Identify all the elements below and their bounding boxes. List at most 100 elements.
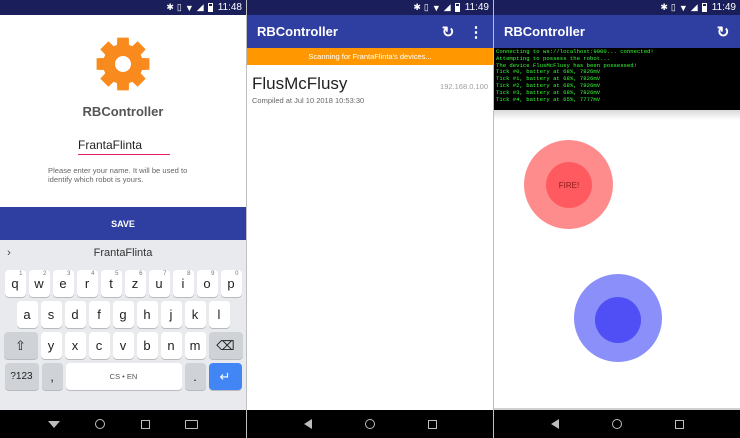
move-joystick-knob[interactable]: [595, 297, 641, 343]
enter-key[interactable]: ↵: [208, 363, 242, 390]
hide-keyboard-icon[interactable]: [47, 420, 60, 428]
key-a[interactable]: a: [16, 301, 38, 328]
suggestion-bar: › FrantaFlinta: [0, 240, 246, 266]
key-u[interactable]: u7: [148, 270, 170, 297]
key-t[interactable]: t5: [100, 270, 122, 297]
status-time: 11:49: [464, 2, 489, 13]
period-key[interactable]: .: [184, 363, 206, 390]
key-w[interactable]: w2: [28, 270, 50, 297]
status-bar: ✱ ▯ ▼ ◢ 11:49: [247, 0, 493, 15]
wifi-icon: ▼: [678, 2, 688, 13]
keyboard-row-1: q1w2e3r4t5z6u7i8o9p0: [0, 270, 246, 297]
key-label: z: [131, 276, 139, 291]
vibrate-icon: ▯: [423, 2, 429, 12]
suggestion-word[interactable]: FrantaFlinta: [0, 247, 246, 259]
key-m[interactable]: m: [184, 332, 206, 359]
key-v[interactable]: v: [112, 332, 134, 359]
key-j[interactable]: j: [160, 301, 182, 328]
home-icon[interactable]: [364, 419, 375, 429]
robot-list-screen: ✱ ▯ ▼ ◢ 11:49 RBController ↻ ⋮ Scanning …: [247, 0, 493, 438]
robot-name: FlusMcFlusy: [252, 74, 348, 93]
more-vert-icon[interactable]: ⋮: [465, 21, 487, 43]
signal-icon: ◢: [690, 2, 698, 12]
key-q[interactable]: q1: [4, 270, 26, 297]
back-icon[interactable]: [303, 419, 312, 429]
home-icon[interactable]: [611, 419, 622, 429]
app-title: RBController: [504, 24, 585, 39]
key-f[interactable]: f: [88, 301, 110, 328]
key-number-hint: 8: [187, 271, 191, 277]
key-k[interactable]: k: [184, 301, 206, 328]
key-number-hint: 7: [163, 271, 167, 277]
signal-icon: ◢: [196, 2, 204, 12]
robot-compiled: Compiled at Jul 10 2018 10:53:30: [252, 96, 365, 105]
key-s[interactable]: s: [40, 301, 62, 328]
navigation-bar: [0, 410, 246, 438]
keyboard-row-4: ?123 , CS • EN . ↵: [0, 363, 246, 390]
log-line: Tick #4, battery at 65%, 7777mV: [496, 95, 601, 103]
key-label: u: [155, 276, 163, 291]
key-e[interactable]: e3: [52, 270, 74, 297]
name-hint: Please enter your name. It will be used …: [48, 166, 188, 184]
screenshot-triptych: ✱ ▯ ▼ ◢ 11:48 RBController Please enter …: [0, 0, 740, 438]
refresh-icon[interactable]: ↻: [712, 21, 734, 43]
battery-icon: [207, 3, 213, 12]
fire-joystick-knob[interactable]: FIRE!: [546, 162, 592, 208]
key-number-hint: 1: [19, 271, 23, 277]
controller-screen: ✱ ▯ ▼ ◢ 11:49 RBController ↻ Connecting …: [494, 0, 740, 438]
keyboard: › FrantaFlinta q1w2e3r4t5z6u7i8o9p0 asdf…: [0, 240, 246, 410]
key-label: o: [203, 276, 211, 291]
key-b[interactable]: b: [136, 332, 158, 359]
key-g[interactable]: g: [112, 301, 134, 328]
recents-icon[interactable]: [140, 419, 150, 429]
key-x[interactable]: x: [64, 332, 86, 359]
log-console: Connecting to ws://localhost:9000... con…: [494, 48, 740, 110]
wifi-icon: ▼: [431, 2, 441, 13]
fire-label: FIRE!: [558, 180, 580, 190]
key-p[interactable]: p0: [220, 270, 242, 297]
scan-banner: Scanning for FrantaFlinta's devices...: [247, 48, 493, 65]
shift-key[interactable]: ⇧: [3, 332, 38, 359]
wifi-icon: ▼: [184, 2, 194, 13]
recents-icon[interactable]: [674, 419, 684, 429]
app-bar: RBController ↻ ⋮: [247, 15, 493, 48]
bluetooth-icon: ✱: [660, 2, 668, 12]
backspace-key[interactable]: ⌫: [208, 332, 243, 359]
key-c[interactable]: c: [88, 332, 110, 359]
gear-logo-icon: [95, 36, 151, 92]
key-number-hint: 2: [43, 271, 47, 277]
key-l[interactable]: l: [208, 301, 230, 328]
home-icon[interactable]: [95, 419, 106, 429]
key-number-hint: 6: [139, 271, 143, 277]
keyboard-row-2: asdfghjkl: [0, 301, 246, 328]
key-r[interactable]: r4: [76, 270, 98, 297]
enter-arrow-icon: ↵: [219, 368, 231, 384]
shift-icon: ⇧: [15, 337, 26, 353]
key-o[interactable]: o9: [196, 270, 218, 297]
key-label: e: [59, 276, 67, 291]
keyboard-letters-row-3: yxcvbnm: [39, 332, 207, 359]
refresh-icon[interactable]: ↻: [437, 21, 459, 43]
save-button[interactable]: SAVE: [0, 207, 246, 240]
key-number-hint: 9: [211, 271, 215, 277]
status-time: 11:48: [217, 2, 242, 13]
key-y[interactable]: y: [40, 332, 62, 359]
status-time: 11:49: [711, 2, 736, 13]
setup-screen: ✱ ▯ ▼ ◢ 11:48 RBController Please enter …: [0, 0, 246, 438]
key-label: r: [84, 276, 90, 291]
name-input[interactable]: [78, 136, 170, 155]
robot-list-item[interactable]: FlusMcFlusy 192.168.0.100 Compiled at Ju…: [247, 66, 493, 112]
space-key[interactable]: CS • EN: [65, 363, 182, 390]
key-number-hint: 3: [67, 271, 71, 277]
key-n[interactable]: n: [160, 332, 182, 359]
back-icon[interactable]: [550, 419, 559, 429]
key-z[interactable]: z6: [124, 270, 146, 297]
keyboard-switch-icon[interactable]: [185, 419, 199, 429]
key-i[interactable]: i8: [172, 270, 194, 297]
key-d[interactable]: d: [64, 301, 86, 328]
key-h[interactable]: h: [136, 301, 158, 328]
key-number-hint: 4: [91, 271, 95, 277]
comma-key[interactable]: ,: [41, 363, 63, 390]
recents-icon[interactable]: [427, 419, 437, 429]
symbols-key[interactable]: ?123: [4, 363, 39, 390]
